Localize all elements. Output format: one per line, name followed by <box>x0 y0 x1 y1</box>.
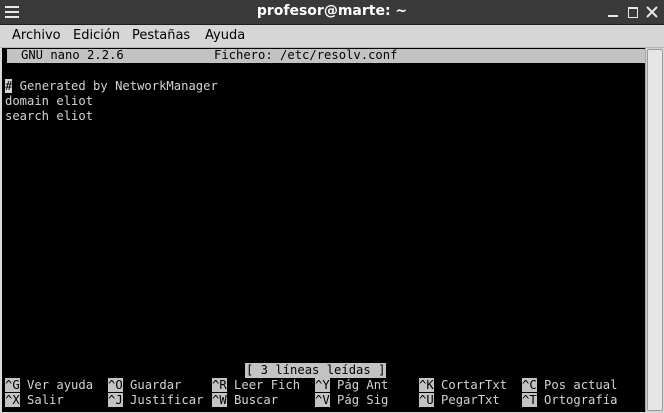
terminal-window: profesor@marte: ~ Archivo Edición Pestañ… <box>0 0 664 413</box>
shortcut-salir: ^X Salir <box>5 393 64 408</box>
terminal-area[interactable]: GNU nano 2.2.6 Fichero: /etc/resolv.conf… <box>2 48 645 412</box>
shortcut-key: ^X <box>5 393 20 407</box>
status-message: [ 3 líneas leídas ] <box>245 363 387 378</box>
shortcut-key: ^J <box>108 393 123 407</box>
file-line[interactable]: domain eliot <box>5 94 93 109</box>
menu-bar: Archivo Edición Pestañas Ayuda <box>0 25 664 48</box>
shortcut-key: ^G <box>5 378 20 392</box>
shortcut-cortartxt: ^K CortarTxt <box>419 378 507 393</box>
shortcut-label: CortarTxt <box>441 378 508 392</box>
shortcut-ver-ayuda: ^G Ver ayuda <box>5 378 93 393</box>
shortcut-label: Leer Fich <box>234 378 301 392</box>
file-line-text: search eliot <box>5 109 94 123</box>
shortcut-buscar: ^W Buscar <box>212 393 278 408</box>
menu-archivo[interactable]: Archivo <box>12 28 61 43</box>
shortcut-pos-actual: ^C Pos actual <box>522 378 617 393</box>
file-line-text: domain eliot <box>5 94 94 108</box>
shortcut-leer-fich: ^R Leer Fich <box>212 378 300 393</box>
shortcut-pag-sig: ^V Pág Sig <box>315 393 388 408</box>
shortcut-pag-ant: ^Y Pág Ant <box>315 378 388 393</box>
close-icon[interactable] <box>643 3 661 21</box>
shortcut-key: ^Y <box>315 378 330 392</box>
minimize-icon[interactable] <box>604 3 622 21</box>
shortcut-key: ^V <box>315 393 330 407</box>
window-title: profesor@marte: ~ <box>256 3 408 19</box>
menu-ayuda[interactable]: Ayuda <box>205 28 245 43</box>
shortcut-label: Justificar <box>130 393 204 407</box>
shortcut-label: Ortografía <box>544 393 618 407</box>
shortcut-label: PegarTxt <box>441 393 500 407</box>
shortcut-key: ^R <box>212 378 227 392</box>
shortcut-justificar: ^J Justificar <box>108 393 203 408</box>
shortcut-guardar: ^O Guardar <box>108 378 181 393</box>
shortcut-label: Ver ayuda <box>27 378 94 392</box>
maximize-icon[interactable] <box>624 3 642 21</box>
shortcut-key: ^W <box>212 393 227 407</box>
vertical-scrollbar[interactable] <box>645 48 663 412</box>
menu-edicion[interactable]: Edición <box>73 28 120 43</box>
title-bar[interactable]: profesor@marte: ~ <box>0 0 664 25</box>
shortcut-key: ^K <box>419 378 434 392</box>
shortcut-key: ^U <box>419 393 434 407</box>
shortcut-label: Pos actual <box>544 378 618 392</box>
shortcut-pegartxt: ^U PegarTxt <box>419 393 500 408</box>
shortcut-ortografia: ^T Ortografía <box>522 393 617 408</box>
file-line[interactable]: # Generated by NetworkManager <box>5 79 218 94</box>
nano-version: GNU nano 2.2.6 <box>21 48 124 62</box>
file-line-text: Generated by NetworkManager <box>12 79 218 93</box>
shortcut-key: ^T <box>522 393 537 407</box>
shortcut-label: Buscar <box>234 393 279 407</box>
shortcut-label: Pág Sig <box>337 393 389 407</box>
shortcut-label: Guardar <box>130 378 182 392</box>
nano-file-name: Fichero: /etc/resolv.conf <box>214 48 398 62</box>
shortcut-label: Salir <box>27 393 64 407</box>
shortcut-key: ^O <box>108 378 123 392</box>
shortcut-label: Pág Ant <box>337 378 389 392</box>
shortcut-key: ^C <box>522 378 537 392</box>
file-line[interactable]: search eliot <box>5 109 93 124</box>
menu-pestanas[interactable]: Pestañas <box>132 28 190 43</box>
nano-header-bar: GNU nano 2.2.6 Fichero: /etc/resolv.conf <box>7 48 645 63</box>
scrollbar-thumb[interactable] <box>647 49 663 411</box>
